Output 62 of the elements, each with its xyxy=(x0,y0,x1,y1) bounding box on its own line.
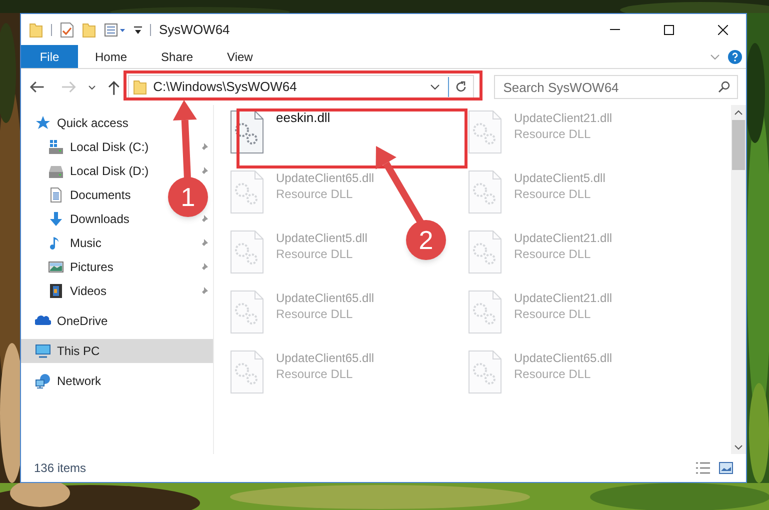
sidebar-item[interactable]: Quick access xyxy=(57,114,128,132)
scroll-down-icon[interactable] xyxy=(734,445,743,450)
item-count: 136 items xyxy=(34,460,86,477)
scrollbar[interactable] xyxy=(731,105,746,454)
file-name[interactable]: eeskin.dll xyxy=(276,110,330,126)
ribbon-tab[interactable]: Home xyxy=(78,45,144,68)
file-tab[interactable]: File xyxy=(21,45,78,68)
monitor-icon xyxy=(35,343,51,359)
sidebar-item[interactable]: Pictures xyxy=(70,258,114,276)
window-title: SysWOW64 xyxy=(159,20,230,39)
checklist-icon[interactable] xyxy=(60,22,74,38)
file-type: Resource DLL xyxy=(276,306,354,322)
close-icon xyxy=(718,24,728,34)
file-type: Resource DLL xyxy=(514,126,592,142)
folder-icon xyxy=(133,79,148,95)
search-field[interactable]: Search SysWOW64 xyxy=(494,75,738,99)
scroll-up-icon[interactable] xyxy=(734,110,743,115)
large-icons-view-icon[interactable] xyxy=(719,462,733,474)
download-arrow-icon xyxy=(48,211,64,227)
sidebar-item[interactable]: Documents xyxy=(70,186,131,204)
sidebar-item[interactable]: Videos xyxy=(70,282,106,300)
file-type: Resource DLL xyxy=(276,186,354,202)
drive-icon xyxy=(48,163,64,179)
minimize-icon xyxy=(610,29,620,30)
folder-icon xyxy=(29,22,43,38)
sidebar-item[interactable]: This PC xyxy=(21,339,213,363)
drive-icon xyxy=(48,139,64,155)
film-icon xyxy=(48,283,64,299)
ribbon-tab[interactable]: Share xyxy=(144,45,210,68)
sidebar-item[interactable]: OneDrive xyxy=(57,312,108,330)
file-type: Resource DLL xyxy=(276,366,354,382)
dropdown-icon[interactable] xyxy=(430,84,440,90)
file-type: Resource DLL xyxy=(514,306,592,322)
file-type: Resource DLL xyxy=(514,366,592,382)
recent-locations-icon[interactable] xyxy=(88,84,96,90)
file-type: Resource DLL xyxy=(514,186,592,202)
scroll-thumb[interactable] xyxy=(732,120,745,170)
file-type: Resource DLL xyxy=(514,246,592,262)
customize-arrow-icon[interactable] xyxy=(134,24,142,34)
network-icon xyxy=(35,373,51,389)
expand-ribbon-icon[interactable] xyxy=(710,54,720,60)
sidebar-item[interactable]: Network xyxy=(57,372,102,390)
up-arrow-icon[interactable] xyxy=(108,80,120,94)
search-icon xyxy=(718,81,730,93)
sidebar-item[interactable]: Music xyxy=(70,234,102,252)
sidebar-item[interactable]: Local Disk (C:) xyxy=(70,138,149,156)
help-icon[interactable] xyxy=(728,50,742,64)
image-icon xyxy=(48,259,64,275)
ribbon-tab[interactable]: View xyxy=(210,45,270,68)
details-view-icon[interactable] xyxy=(695,462,711,474)
address-field[interactable]: C:\Windows\SysWOW64 xyxy=(128,75,474,99)
sidebar-item[interactable]: Local Disk (D:) xyxy=(70,162,149,180)
maximize-icon xyxy=(664,24,674,34)
document-icon xyxy=(48,187,64,203)
properties-icon[interactable] xyxy=(104,22,126,36)
address-path: C:\Windows\SysWOW64 xyxy=(153,78,298,96)
refresh-icon[interactable] xyxy=(455,81,468,93)
folder-icon[interactable] xyxy=(82,22,96,38)
sidebar-item[interactable]: Downloads xyxy=(70,210,130,228)
back-arrow-icon[interactable] xyxy=(29,81,45,93)
file-type: Resource DLL xyxy=(276,246,354,262)
star-icon xyxy=(35,115,51,131)
